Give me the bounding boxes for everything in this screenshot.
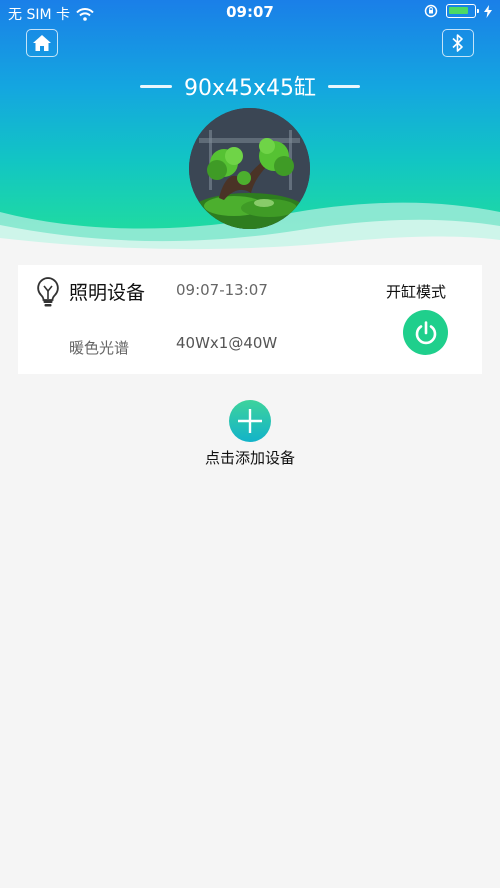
charging-icon — [484, 4, 492, 18]
rotation-lock-icon — [424, 4, 438, 18]
aquarium-image — [189, 108, 310, 229]
device-name: 照明设备 — [69, 282, 146, 304]
bluetooth-icon — [452, 34, 463, 52]
device-time-range: 09:07-13:07 — [176, 281, 268, 299]
tank-title: 90x45x45缸 — [183, 76, 317, 101]
spectrum-label: 暖色光谱 — [69, 339, 130, 357]
lightbulb-icon — [37, 277, 59, 307]
add-device-button[interactable] — [229, 400, 271, 442]
home-icon — [33, 35, 51, 51]
power-toggle-button[interactable] — [403, 310, 448, 355]
mode-label: 开缸模式 — [386, 283, 447, 301]
home-button[interactable] — [26, 29, 58, 57]
battery-icon — [446, 4, 479, 18]
add-device-label[interactable]: 点击添加设备 — [0, 447, 500, 468]
plus-icon — [238, 409, 262, 433]
power-info: 40Wx1@40W — [176, 334, 278, 352]
bluetooth-button[interactable] — [442, 29, 474, 57]
power-icon — [415, 320, 436, 344]
add-device-section: 点击添加设备 — [0, 400, 500, 468]
title-line-right — [328, 84, 361, 88]
status-bar: 无 SIM 卡 09:07 — [0, 0, 500, 26]
device-card[interactable]: 照明设备 09:07-13:07 开缸模式 暖色光谱 40Wx1@40W — [18, 265, 482, 374]
tank-photo[interactable] — [189, 108, 310, 229]
title-row: 90x45x45缸 — [0, 70, 500, 102]
title-line-left — [139, 84, 172, 88]
